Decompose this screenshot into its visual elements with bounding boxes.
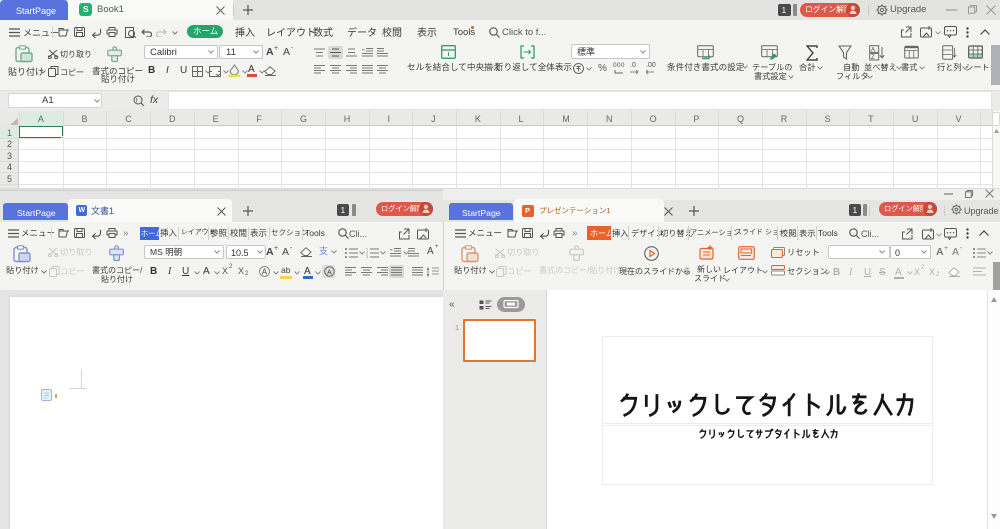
svg-text:A: A xyxy=(262,268,268,277)
svg-text:A: A xyxy=(327,269,332,276)
svg-text:A: A xyxy=(871,47,875,53)
svg-text:3: 3 xyxy=(366,255,368,258)
svg-text:Z: Z xyxy=(871,55,875,61)
